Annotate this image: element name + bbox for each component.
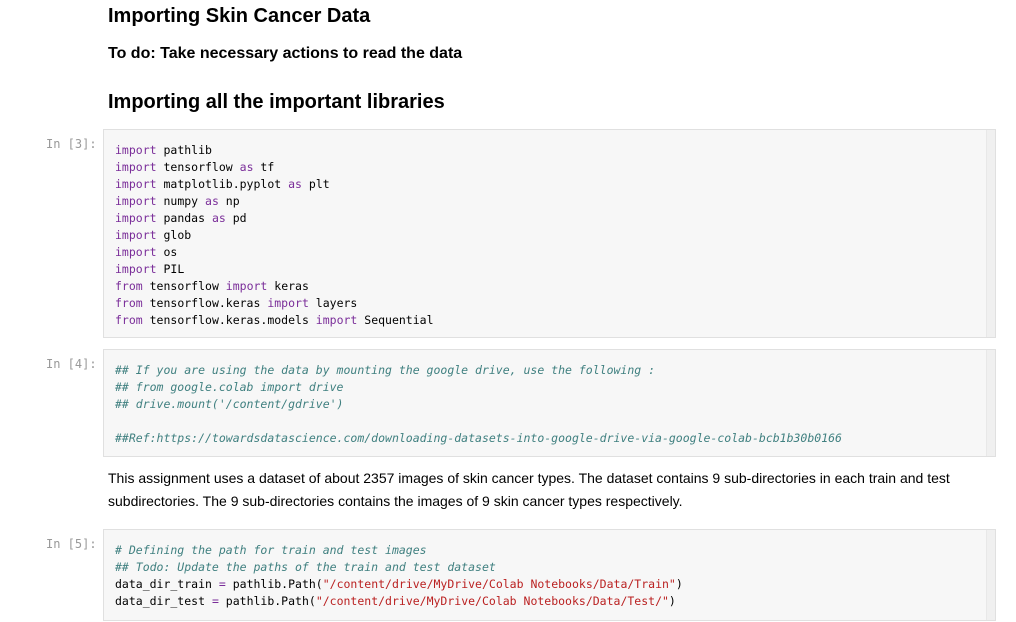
code-comment: ## Todo: Update the paths of the train a… <box>115 560 496 574</box>
code-token: pathlib.Path( <box>218 594 316 608</box>
code-token: = <box>218 577 226 591</box>
code-comment: ##Ref:https://towardsdatascience.com/dow… <box>115 431 842 445</box>
code-line: ## drive.mount('/content/gdrive') <box>115 396 842 413</box>
code-token: = <box>211 594 219 608</box>
code-comment: # Defining the path for train and test i… <box>115 543 427 557</box>
code-comment: ## drive.mount('/content/gdrive') <box>115 397 344 411</box>
cell-prompt: In [4]: <box>46 357 97 371</box>
code-line: import pathlib <box>115 142 434 159</box>
cell-prompt: In [5]: <box>46 537 97 551</box>
code-keyword: import <box>267 296 309 310</box>
code-line: import pandas as pd <box>115 210 434 227</box>
code-keyword: as <box>239 160 254 174</box>
code-line: ## from google.colab import drive <box>115 379 842 396</box>
code-token: data_dir_test <box>115 594 212 608</box>
code-line: import numpy as np <box>115 193 434 210</box>
code-keyword: import <box>115 211 157 225</box>
libraries-heading: Importing all the important libraries <box>108 91 445 113</box>
code-line: ## Todo: Update the paths of the train a… <box>115 559 683 576</box>
code-token: data_dir_train <box>115 577 219 591</box>
code-keyword: import <box>115 228 157 242</box>
code-token: pathlib.Path( <box>225 577 323 591</box>
code-token: Sequential <box>357 313 434 327</box>
code-keyword: as <box>205 194 219 208</box>
code-cell[interactable]: import pathlib import tensorflow as tf imp… <box>103 129 996 338</box>
code-token: matplotlib.pyplot <box>156 177 289 191</box>
code-editor[interactable]: import pathlib import tensorflow as tf imp… <box>115 142 434 329</box>
todo-text: To do: Take necessary actions to read th… <box>108 45 463 62</box>
code-token: ) <box>668 594 676 608</box>
code-line: import os <box>115 244 434 261</box>
code-token: ) <box>675 577 683 591</box>
code-keyword: import <box>315 313 358 327</box>
code-editor[interactable]: ## If you are using the data by mounting… <box>115 362 842 447</box>
code-line: ## If you are using the data by mounting… <box>115 362 842 379</box>
code-keyword: import <box>115 262 157 276</box>
code-comment: ## from google.colab import drive <box>115 380 344 394</box>
code-token: np <box>218 194 240 208</box>
code-keyword: import <box>115 245 157 259</box>
code-cell[interactable]: # Defining the path for train and test i… <box>103 529 996 621</box>
code-token: plt <box>301 177 330 191</box>
code-editor[interactable]: # Defining the path for train and test i… <box>115 542 683 610</box>
code-line: data_dir_train = pathlib.Path("/content/… <box>115 576 683 593</box>
code-line: ##Ref:https://towardsdatascience.com/dow… <box>115 430 842 447</box>
code-token: pandas <box>156 211 212 225</box>
code-token: tf <box>253 160 275 174</box>
code-keyword: from <box>115 296 143 310</box>
code-line: import matplotlib.pyplot as plt <box>115 176 434 193</box>
cell-prompt: In [3]: <box>46 137 97 151</box>
code-token: os <box>156 245 178 259</box>
notebook-title: Importing Skin Cancer Data <box>108 5 371 27</box>
code-keyword: from <box>115 313 143 327</box>
code-keyword: import <box>115 194 157 208</box>
code-token: layers <box>308 296 358 310</box>
code-string: "/content/drive/MyDrive/Colab Notebooks/… <box>322 577 676 591</box>
code-string: "/content/drive/MyDrive/Colab Notebooks/… <box>315 594 669 608</box>
code-line: import tensorflow as tf <box>115 159 434 176</box>
code-keyword: import <box>115 160 157 174</box>
code-token: tensorflow.keras <box>142 296 268 310</box>
code-line: import PIL <box>115 261 434 278</box>
code-token: tensorflow.keras.models <box>142 313 316 327</box>
code-token: PIL <box>156 262 185 276</box>
code-comment: ## If you are using the data by mounting… <box>115 363 656 377</box>
code-line: from tensorflow.keras.models import Sequ… <box>115 312 434 329</box>
code-keyword: import <box>225 279 268 293</box>
code-line: from tensorflow import keras <box>115 278 434 295</box>
code-line: data_dir_test = pathlib.Path("/content/d… <box>115 593 683 610</box>
dataset-description: This assignment uses a dataset of about … <box>108 470 950 509</box>
code-line: from tensorflow.keras import layers <box>115 295 434 312</box>
code-token: pathlib <box>156 143 212 157</box>
code-keyword: from <box>115 279 143 293</box>
code-token: tensorflow <box>156 160 240 174</box>
cell-scrollbar[interactable] <box>986 130 995 337</box>
cell-scrollbar[interactable] <box>986 530 995 620</box>
code-keyword: import <box>115 143 157 157</box>
code-token: glob <box>156 228 192 242</box>
cell-scrollbar[interactable] <box>986 350 995 456</box>
code-keyword: as <box>288 177 302 191</box>
code-token: tensorflow <box>142 279 226 293</box>
code-token: pd <box>225 211 247 225</box>
code-keyword: as <box>211 211 226 225</box>
code-line: import glob <box>115 227 434 244</box>
code-token: keras <box>267 279 309 293</box>
code-cell[interactable]: ## If you are using the data by mounting… <box>103 349 996 457</box>
code-line: # Defining the path for train and test i… <box>115 542 683 559</box>
code-keyword: import <box>115 177 157 191</box>
code-token: numpy <box>156 194 206 208</box>
